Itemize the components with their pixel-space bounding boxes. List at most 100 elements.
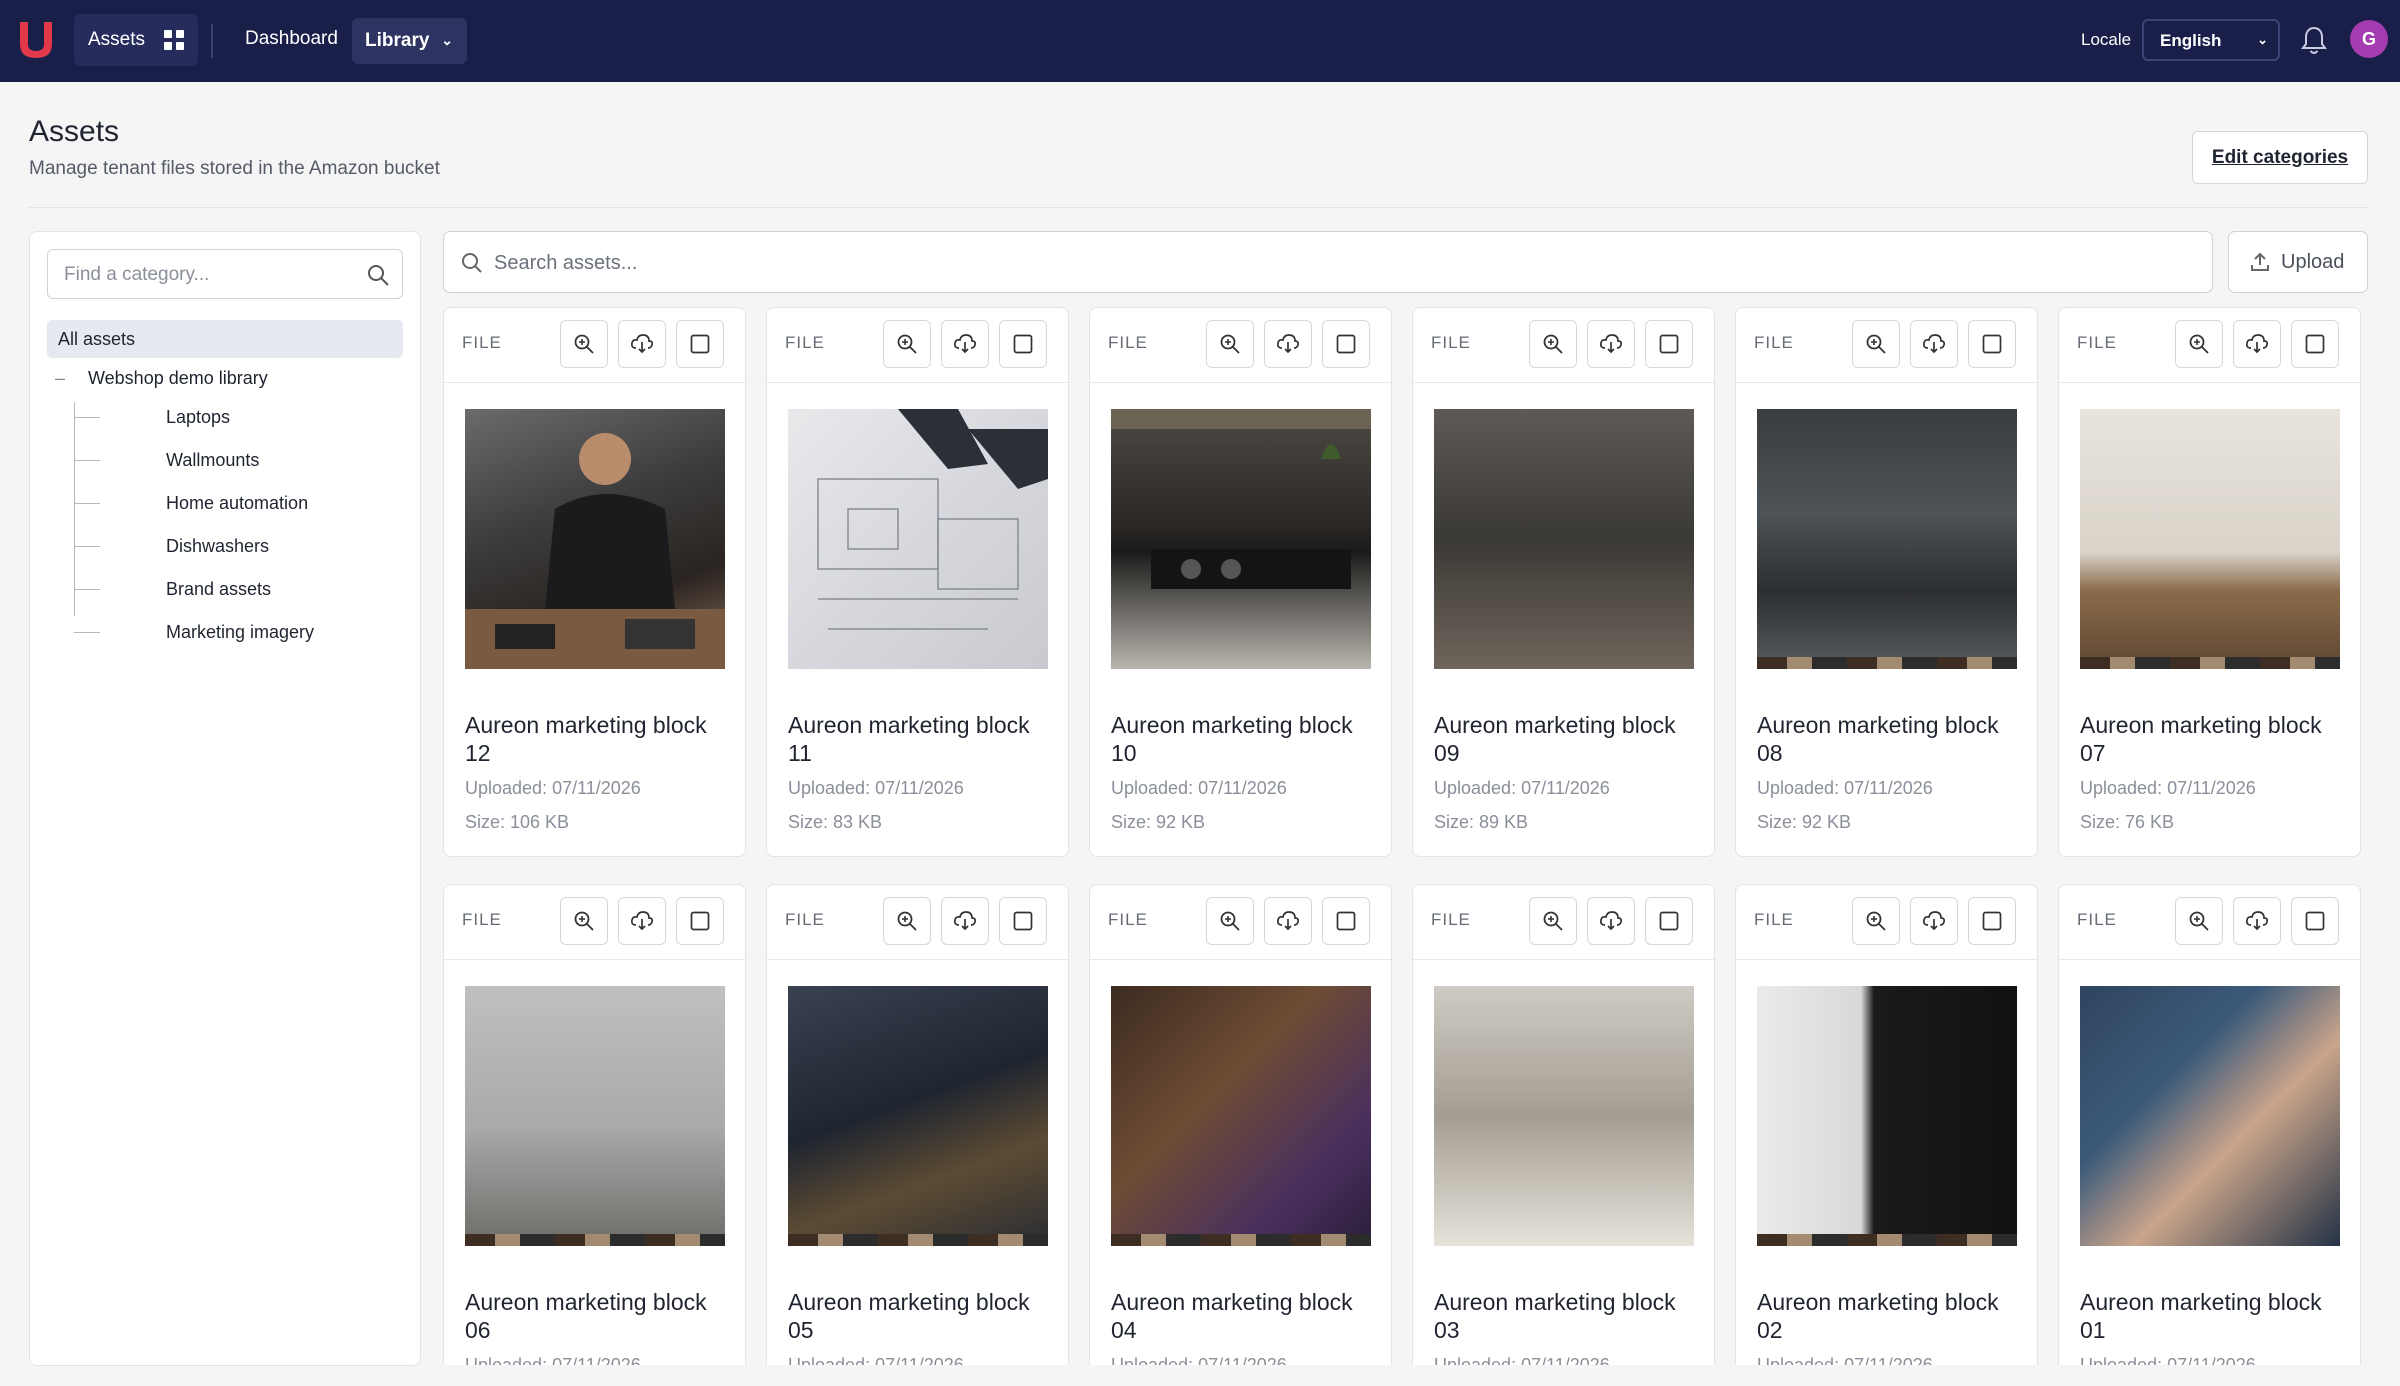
asset-size: Size: 92 KB — [1111, 812, 1206, 832]
download-button[interactable] — [618, 897, 666, 945]
select-button[interactable] — [1968, 897, 2016, 945]
nav-library-dropdown[interactable]: Library ⌄ — [352, 18, 467, 64]
zoom-in-button[interactable] — [560, 897, 608, 945]
select-button[interactable] — [1968, 320, 2016, 368]
select-button[interactable] — [2291, 897, 2339, 945]
chevron-down-icon: ⌄ — [2257, 32, 2268, 47]
category-all-assets[interactable]: All assets — [47, 320, 403, 358]
checkbox-icon — [2305, 334, 2325, 354]
asset-search-input[interactable] — [494, 252, 2094, 275]
asset-card[interactable]: FILE Aureon marketing block 02 Uploaded: 0… — [1735, 884, 2038, 1365]
asset-card[interactable]: FILE Aureon marketing block 04 Uploaded: 0… — [1089, 884, 1392, 1365]
tree-connector — [74, 402, 75, 616]
download-button[interactable] — [2233, 897, 2281, 945]
asset-name: Aureon marketing block 05 — [788, 1289, 1030, 1343]
download-button[interactable] — [1264, 320, 1312, 368]
search-icon — [462, 253, 482, 273]
cloud-download-icon — [630, 334, 654, 354]
download-button[interactable] — [618, 320, 666, 368]
download-button[interactable] — [1264, 897, 1312, 945]
asset-thumbnail[interactable] — [1757, 409, 2017, 669]
tree-branch-line — [74, 589, 100, 590]
asset-thumbnail[interactable] — [465, 409, 725, 669]
assets-app-switcher[interactable]: Assets — [74, 14, 198, 66]
asset-thumbnail[interactable] — [788, 986, 1048, 1246]
select-button[interactable] — [1322, 897, 1370, 945]
download-button[interactable] — [1587, 897, 1635, 945]
edit-categories-button[interactable]: Edit categories — [2192, 131, 2368, 184]
search-icon — [368, 265, 389, 286]
asset-card[interactable]: FILE Aureon marketing block 06 Uploaded: 0… — [443, 884, 746, 1365]
upload-button[interactable]: Upload — [2228, 231, 2368, 293]
zoom-in-button[interactable] — [883, 320, 931, 368]
zoom-in-button[interactable] — [1852, 897, 1900, 945]
asset-card[interactable]: FILE Aureon marketing block 11 Uploaded: 0… — [766, 307, 1069, 857]
asset-upload-date: Uploaded: 07/11/2026 — [465, 1355, 641, 1365]
asset-upload-date: Uploaded: 07/11/2026 — [1757, 1355, 1933, 1365]
asset-thumbnail[interactable] — [1434, 409, 1694, 669]
select-button[interactable] — [676, 320, 724, 368]
brand-logo[interactable] — [16, 18, 56, 62]
asset-card[interactable]: FILE Aureon marketing block 08 Uploaded: 0… — [1735, 307, 2038, 857]
category-search-field[interactable] — [47, 249, 403, 299]
zoom-in-button[interactable] — [883, 897, 931, 945]
upload-label: Upload — [2281, 250, 2345, 273]
card-toolbar: FILE — [767, 885, 1068, 960]
asset-thumbnail[interactable] — [1111, 986, 1371, 1246]
asset-card[interactable]: FILE Aureon marketing block 03 Uploaded: 0… — [1412, 884, 1715, 1365]
cloud-download-icon — [1276, 911, 1300, 931]
download-button[interactable] — [941, 320, 989, 368]
asset-thumbnail[interactable] — [2080, 409, 2340, 669]
zoom-in-icon — [1543, 911, 1563, 931]
checkbox-icon — [1336, 334, 1356, 354]
asset-card[interactable]: FILE Aureon marketing block 01 Uploaded: 0… — [2058, 884, 2361, 1365]
zoom-in-button[interactable] — [1529, 320, 1577, 368]
category-search-input[interactable] — [64, 264, 354, 286]
zoom-in-button[interactable] — [1206, 320, 1254, 368]
card-toolbar: FILE — [1736, 885, 2037, 960]
zoom-in-button[interactable] — [2175, 320, 2223, 368]
zoom-in-button[interactable] — [1206, 897, 1254, 945]
zoom-in-button[interactable] — [2175, 897, 2223, 945]
select-button[interactable] — [999, 320, 1047, 368]
asset-card[interactable]: FILE Aureon marketing block 07 Uploaded: 0… — [2058, 307, 2361, 857]
download-button[interactable] — [1587, 320, 1635, 368]
asset-thumbnail[interactable] — [465, 986, 725, 1246]
collapse-toggle-icon[interactable]: – — [55, 368, 65, 389]
asset-card[interactable]: FILE Aureon marketing block 12 Uploaded: 0… — [443, 307, 746, 857]
locale-select[interactable]: English ⌄ — [2142, 19, 2280, 61]
upload-icon — [2251, 252, 2269, 271]
asset-thumbnail[interactable] — [788, 409, 1048, 669]
user-avatar[interactable]: G — [2350, 20, 2388, 58]
asset-card[interactable]: FILE Aureon marketing block 10 Uploaded: 0… — [1089, 307, 1392, 857]
asset-thumbnail[interactable] — [1434, 986, 1694, 1246]
select-button[interactable] — [1645, 897, 1693, 945]
asset-name: Aureon marketing block 10 — [1111, 712, 1353, 766]
cloud-download-icon — [1599, 334, 1623, 354]
zoom-in-button[interactable] — [1529, 897, 1577, 945]
select-button[interactable] — [2291, 320, 2339, 368]
asset-thumbnail[interactable] — [1757, 986, 2017, 1246]
file-type-label: FILE — [1754, 333, 1794, 352]
asset-card[interactable]: FILE Aureon marketing block 05 Uploaded: 0… — [766, 884, 1069, 1365]
download-button[interactable] — [2233, 320, 2281, 368]
download-button[interactable] — [1910, 897, 1958, 945]
select-button[interactable] — [999, 897, 1047, 945]
select-button[interactable] — [1322, 320, 1370, 368]
asset-card[interactable]: FILE Aureon marketing block 09 Uploaded: 0… — [1412, 307, 1715, 857]
checkbox-icon — [1013, 334, 1033, 354]
notifications-bell-icon[interactable] — [2300, 24, 2328, 56]
zoom-in-button[interactable] — [1852, 320, 1900, 368]
select-button[interactable] — [676, 897, 724, 945]
asset-search-field[interactable] — [443, 231, 2213, 293]
download-button[interactable] — [941, 897, 989, 945]
assets-app-label: Assets — [88, 29, 146, 50]
nav-dashboard-link[interactable]: Dashboard — [245, 28, 338, 50]
select-button[interactable] — [1645, 320, 1693, 368]
asset-thumbnail[interactable] — [2080, 986, 2340, 1246]
zoom-in-button[interactable] — [560, 320, 608, 368]
download-button[interactable] — [1910, 320, 1958, 368]
asset-thumbnail[interactable] — [1111, 409, 1371, 669]
card-toolbar: FILE — [1090, 308, 1391, 383]
category-label: Laptops — [166, 407, 231, 427]
